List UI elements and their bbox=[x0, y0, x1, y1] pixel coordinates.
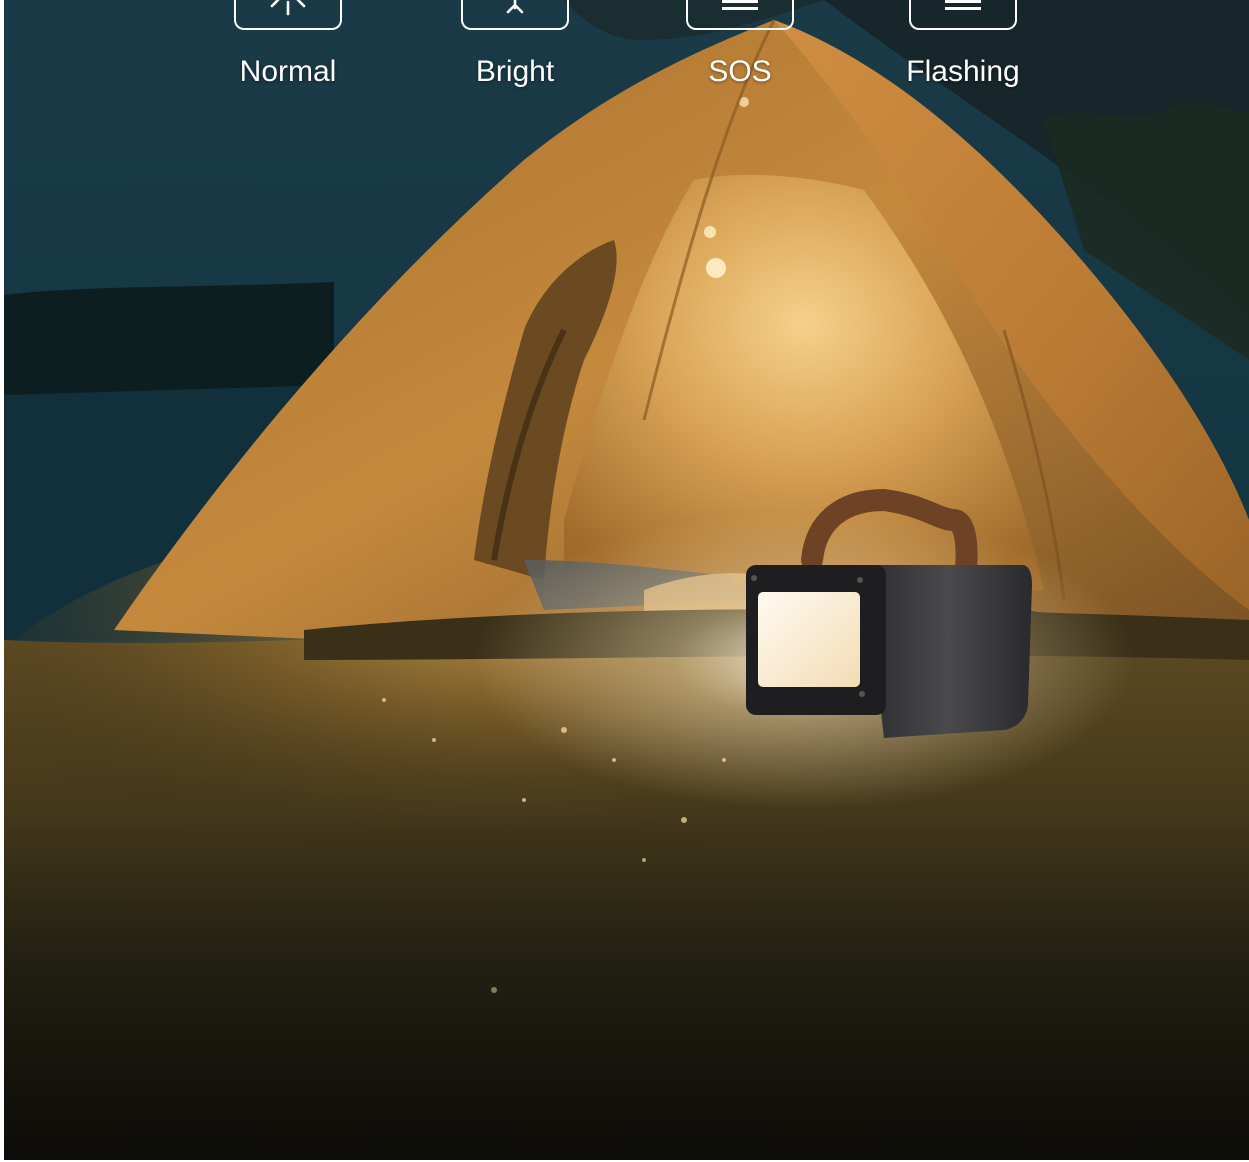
sunburst-icon bbox=[234, 0, 342, 30]
mode-bright[interactable]: Bright bbox=[435, 0, 595, 90]
mode-flashing[interactable]: Flashing bbox=[883, 0, 1043, 90]
lighting-modes-bar: Normal Bright SOS Flashing bbox=[0, 0, 1245, 100]
camping-scene-photo bbox=[4, 0, 1249, 1160]
mode-normal[interactable]: Normal bbox=[208, 0, 368, 90]
mode-sos[interactable]: SOS bbox=[660, 0, 820, 90]
mode-label-sos: SOS bbox=[708, 55, 772, 88]
mode-label-flashing: Flashing bbox=[906, 55, 1020, 88]
flashing-bars-icon bbox=[909, 0, 1017, 30]
bright-sunburst-icon bbox=[461, 0, 569, 30]
mode-label-bright: Bright bbox=[475, 55, 555, 88]
mode-label-normal: Normal bbox=[239, 55, 337, 88]
sos-bars-icon bbox=[686, 0, 794, 30]
